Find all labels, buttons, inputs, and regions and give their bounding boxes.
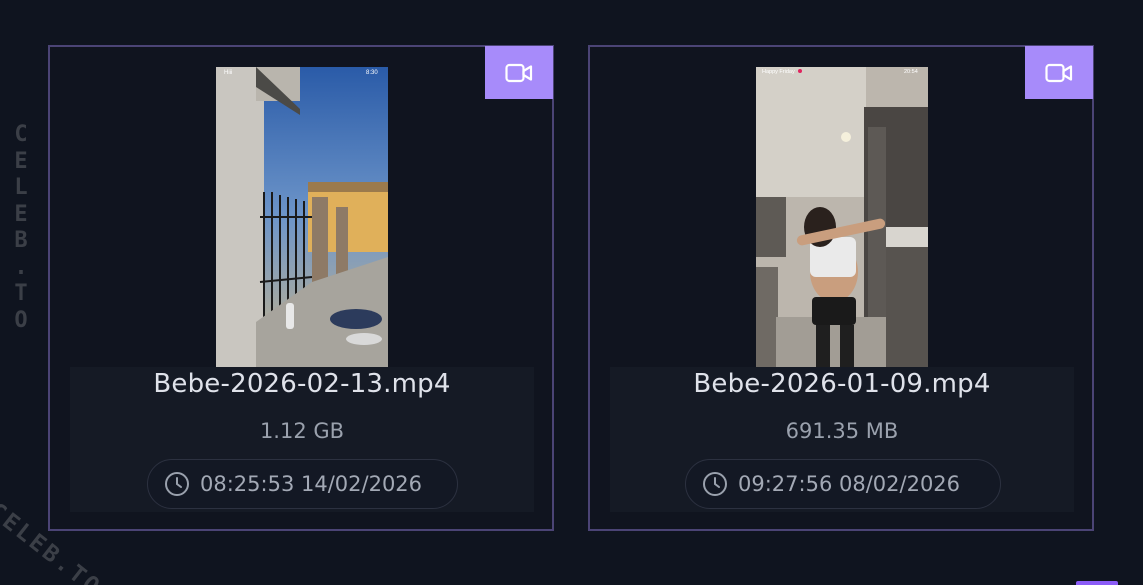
- watermark-letter: E: [14, 148, 28, 174]
- watermark-letter: T: [14, 281, 28, 306]
- file-name[interactable]: Bebe-2026-02-13.mp4: [70, 369, 534, 399]
- media-type-badge: [485, 46, 553, 99]
- video-thumbnail[interactable]: Hiii 8:30: [216, 67, 388, 367]
- thumb-status-left: Happy Friday: [762, 69, 795, 75]
- upload-timestamp: 09:27:56 08/02/2026: [738, 472, 961, 496]
- upload-timestamp: 08:25:53 14/02/2026: [200, 472, 423, 496]
- clock-icon: [165, 472, 189, 496]
- watermark-letter: L: [14, 175, 28, 200]
- scroll-accent: [1076, 581, 1118, 585]
- watermark-letter: O: [14, 307, 28, 333]
- thumb-status-right: 8:30: [366, 70, 378, 76]
- upload-date-pill: 09:27:56 08/02/2026: [685, 459, 1001, 509]
- media-type-badge: [1025, 46, 1093, 99]
- watermark-letter: .: [14, 254, 28, 280]
- file-name[interactable]: Bebe-2026-01-09.mp4: [610, 369, 1074, 399]
- thumb-status-right: 20:54: [904, 69, 918, 75]
- watermark-letter: B: [14, 228, 28, 253]
- watermark-vertical: C E L E B . T O: [10, 122, 32, 334]
- thumb-status-left: Hiii: [224, 70, 232, 76]
- media-info-panel: Bebe-2026-01-09.mp4 691.35 MB 09:27:56 0…: [610, 367, 1074, 512]
- watermark-letter: C: [14, 122, 28, 147]
- media-card[interactable]: Happy Friday 20:54 Bebe-2026-01-09.mp4 6…: [588, 45, 1094, 531]
- media-card[interactable]: Hiii 8:30 Bebe-2026-02-13.mp4 1.12 GB 08…: [48, 45, 554, 531]
- heart-icon: [798, 69, 802, 73]
- media-info-panel: Bebe-2026-02-13.mp4 1.12 GB 08:25:53 14/…: [70, 367, 534, 512]
- watermark-letter: E: [14, 201, 28, 227]
- file-size: 691.35 MB: [785, 419, 899, 443]
- upload-date-pill: 08:25:53 14/02/2026: [147, 459, 458, 509]
- video-thumbnail[interactable]: Happy Friday 20:54: [756, 67, 928, 367]
- clock-icon: [703, 472, 727, 496]
- video-camera-icon: [505, 63, 533, 82]
- video-camera-icon: [1045, 63, 1073, 82]
- media-gallery-page: C E L E B . T O Hiii 8:30 Bebe-2026-02-1…: [0, 0, 1143, 585]
- file-size: 1.12 GB: [259, 419, 345, 443]
